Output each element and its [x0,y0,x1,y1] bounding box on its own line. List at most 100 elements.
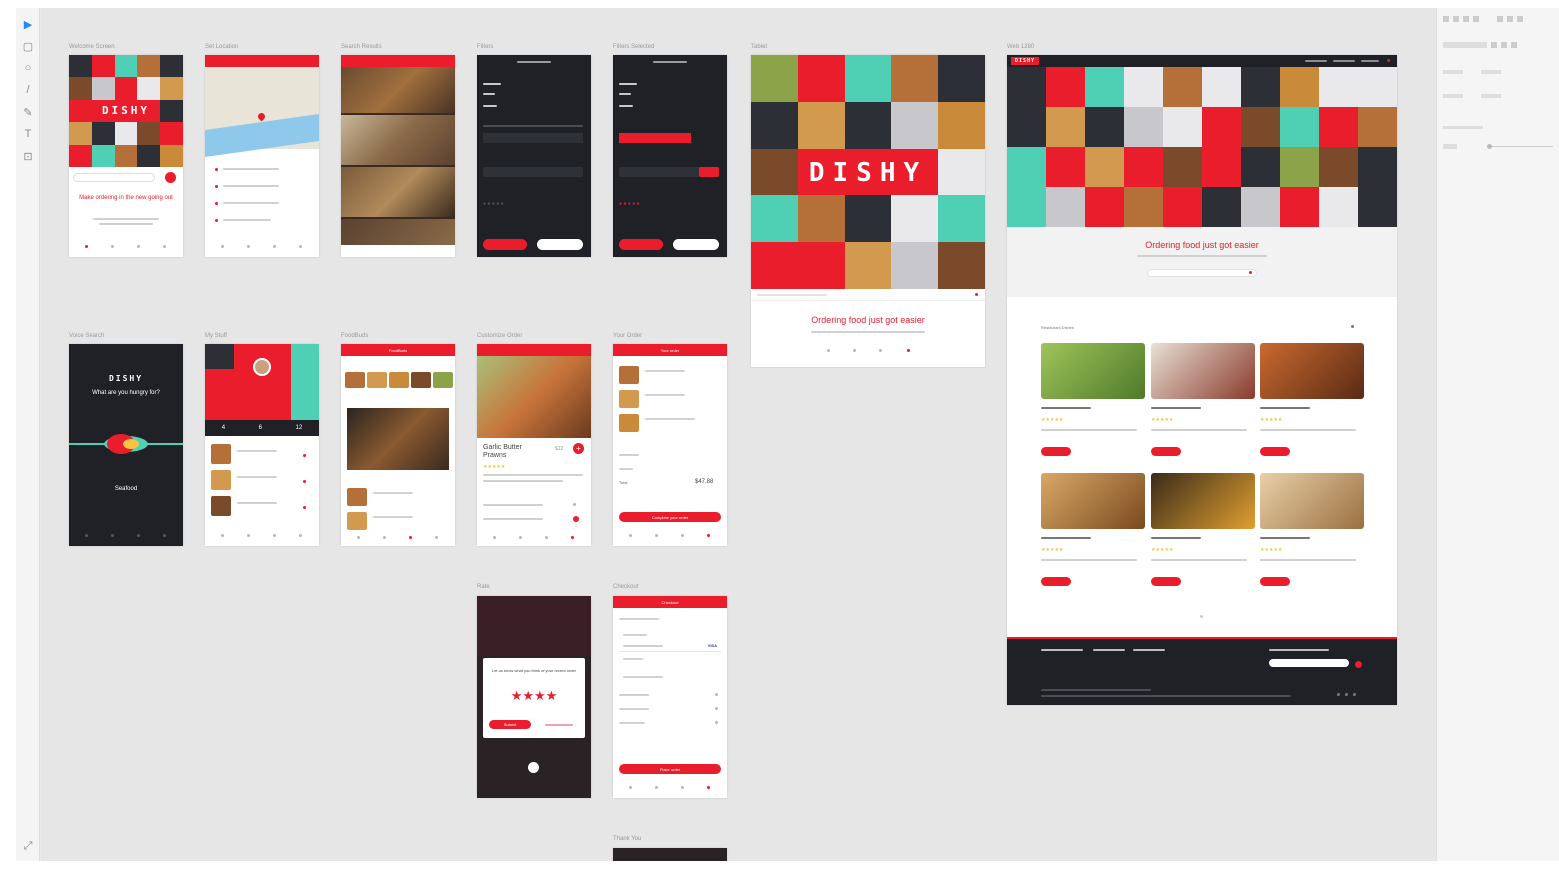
artboard-web[interactable]: DISHY Ordering food just got easier Rest… [1007,55,1397,705]
artboard-label-filters-selected[interactable]: Filters Selected [613,44,654,50]
tablet-headline: Ordering food just got easier [811,315,925,325]
artboard-tool-icon[interactable]: ⊡ [20,148,36,164]
dish-image[interactable] [1260,343,1364,399]
artboard-search-results[interactable] [341,55,455,257]
web-search-input[interactable] [1147,269,1257,277]
web-logo[interactable]: DISHY [1011,57,1039,65]
artboard-food-buds[interactable]: FoodBuds [341,344,455,546]
line-tool-icon[interactable]: / [20,82,36,98]
artboard-your-order[interactable]: Your order Total $47.88 Complete your or… [613,344,727,546]
add-to-cart-button[interactable] [1151,447,1181,456]
artboard-tablet[interactable]: DISHY Ordering food just got easier [751,55,985,367]
artboard-label-voice-search[interactable]: Voice Search [69,333,104,339]
xd-window: ▶ ▢ ○ / ✎ T ⊡ ⤢ Welcome Screen DISHY Mak… [16,8,1559,861]
web-section-title: Restaurant Dishes [1041,325,1074,330]
ellipse-tool-icon[interactable]: ○ [20,60,36,76]
artboard-welcome[interactable]: DISHY Make ordering in the new going out [69,55,183,257]
artboard-filters-selected[interactable]: ● ● ● ● ● [613,55,727,257]
artboard-customize-order[interactable]: Garlic Butter Prawns $12 + ★★★★★ [477,344,591,546]
artboard-label-rate[interactable]: Rate [477,584,490,590]
artboard-label-my-stuff[interactable]: My Stuff [205,333,227,339]
tablet-search-input[interactable] [751,289,985,301]
dish-image[interactable] [1151,343,1255,399]
rating-stars[interactable]: ★★★★ [483,688,585,704]
order-total: $47.88 [695,479,714,485]
food-bud-post-image[interactable] [347,408,449,470]
search-input[interactable] [73,173,155,182]
dish-hero-image [477,356,591,438]
artboard-label-filters[interactable]: Filters [477,44,493,50]
dish-name: Garlic Butter Prawns [483,444,522,459]
text-tool-icon[interactable]: T [20,126,36,142]
artboard-label-location[interactable]: Set Location [205,44,238,50]
artboard-location[interactable] [205,55,319,257]
artboard-my-stuff[interactable]: 4 6 12 [205,344,319,546]
artboard-label-web[interactable]: Web 1280 [1007,44,1034,50]
filters-clear-button[interactable] [537,239,583,250]
web-food-mosaic [1007,67,1397,227]
add-to-cart-button[interactable] [1260,447,1290,456]
opacity-slider[interactable] [1443,144,1553,150]
web-footer [1007,637,1397,705]
newsletter-input[interactable] [1269,659,1349,667]
filters-selected-apply-button[interactable] [619,239,663,250]
submit-rating-button[interactable]: Submit [489,720,531,729]
repeat-grid-tools[interactable] [1443,42,1553,52]
filters-apply-button[interactable] [483,239,527,250]
map-view[interactable] [205,67,319,158]
search-button[interactable] [165,172,176,183]
map-pin-icon [256,111,267,122]
dishy-logo: DISHY [101,103,151,117]
voice-waveform-icon [69,434,183,454]
artboard-label-your-order[interactable]: Your Order [613,333,642,339]
tool-bar: ▶ ▢ ○ / ✎ T ⊡ ⤢ [16,8,40,861]
location-header [205,55,319,67]
customize-header [477,344,591,356]
card-number-field[interactable]: VISA [619,642,721,652]
artboard-label-welcome[interactable]: Welcome Screen [69,44,115,50]
avatar[interactable] [253,358,271,376]
artboard-thank-you[interactable] [613,848,727,861]
zoom-tool-icon[interactable]: ⤢ [20,838,36,854]
artboard-label-food-buds[interactable]: FoodBuds [341,333,368,339]
artboard-label-thank-you[interactable]: Thank You [613,836,641,842]
artboard-label-checkout[interactable]: Checkout [613,584,638,590]
artboard-label-customize-order[interactable]: Customize Order [477,333,522,339]
artboard-filters[interactable]: ● ● ● ● ● [477,55,591,257]
place-order-button[interactable]: Place order [619,764,721,774]
web-headline: Ordering food just got easier [1145,240,1259,250]
dish-image[interactable] [1041,473,1145,529]
add-to-cart-button[interactable] [1260,577,1290,586]
close-dialog-icon[interactable] [528,762,539,773]
size-fields[interactable] [1443,70,1553,74]
dish-image[interactable] [1260,473,1364,529]
dish-price: $12 [555,446,564,452]
add-to-cart-button[interactable] [1041,447,1071,456]
web-navbar: DISHY [1007,55,1397,67]
checkout-header: Checkout [613,596,727,608]
add-dish-button[interactable]: + [573,443,584,454]
artboard-label-search-results[interactable]: Search Results [341,44,382,50]
design-canvas[interactable]: Welcome Screen DISHY Make ordering in th… [41,8,1436,861]
stat-count: 6 [258,425,262,431]
pen-tool-icon[interactable]: ✎ [20,104,36,120]
add-to-cart-button[interactable] [1151,577,1181,586]
align-tools[interactable] [1443,16,1553,26]
rectangle-tool-icon[interactable]: ▢ [20,38,36,54]
artboard-label-tablet[interactable]: Tablet [751,44,767,50]
position-fields[interactable] [1443,94,1553,98]
complete-order-button[interactable]: Complete your order [619,512,721,522]
dish-image[interactable] [1151,473,1255,529]
filters-selected-clear-button[interactable] [673,239,719,250]
artboard-checkout[interactable]: Checkout VISA Place order [613,596,727,798]
newsletter-submit-button[interactable] [1355,661,1362,668]
rate-dialog: Let us know what you think of your recen… [483,658,585,738]
food-buds-header: FoodBuds [341,344,455,356]
artboard-voice-search[interactable]: DISHY What are you hungry for? Seafood [69,344,183,546]
stat-count: 4 [221,425,226,431]
select-tool-icon[interactable]: ▶ [20,16,36,32]
artboard-rate[interactable]: Let us know what you think of your recen… [477,596,591,798]
dish-image[interactable] [1041,343,1145,399]
add-to-cart-button[interactable] [1041,577,1071,586]
stat-count: 12 [295,425,303,431]
